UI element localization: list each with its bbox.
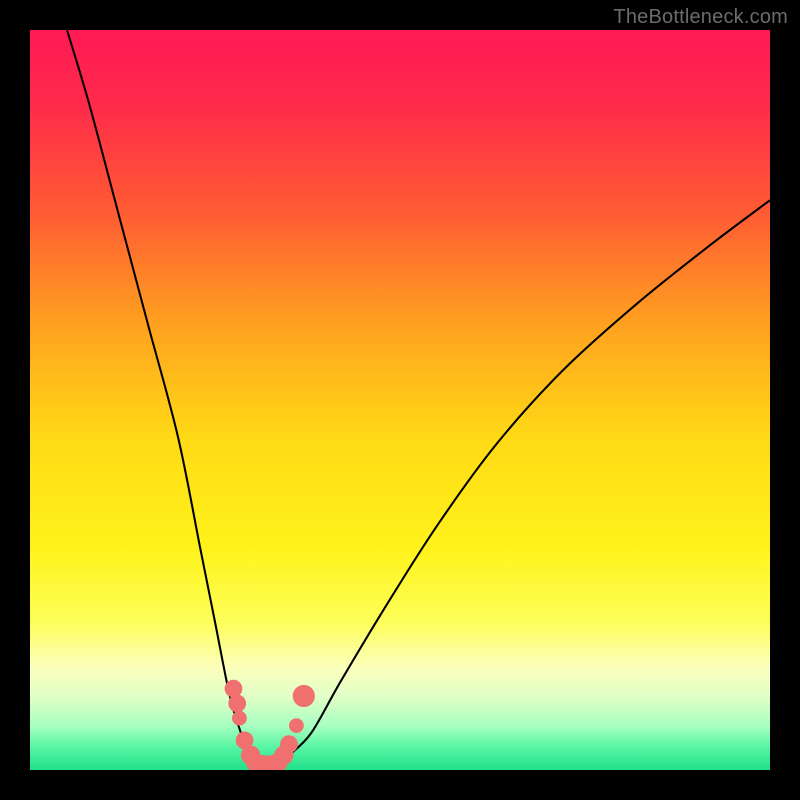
data-marker [280, 735, 298, 753]
chart-frame: TheBottleneck.com [0, 0, 800, 800]
data-marker [232, 711, 247, 726]
data-marker [289, 718, 304, 733]
plot-area [30, 30, 770, 770]
curve-layer [30, 30, 770, 770]
data-marker [293, 685, 315, 707]
data-marker [228, 695, 246, 713]
watermark-text: TheBottleneck.com [613, 6, 788, 29]
curve-left [67, 30, 248, 755]
data-marker [225, 680, 243, 698]
data-markers [225, 680, 315, 770]
curve-right [289, 200, 770, 755]
